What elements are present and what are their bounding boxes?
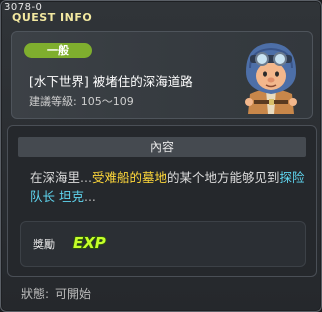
content-header: 內容 <box>18 137 306 157</box>
quest-content-panel: 內容 在深海里...受难船的墓地的某个地方能够见到探险队长 坦克... 獎勵 E… <box>7 125 317 277</box>
window-title: QUEST INFO <box>12 11 93 24</box>
quest-description: 在深海里...受难船的墓地的某个地方能够见到探险队长 坦克... <box>30 168 310 206</box>
category-badge: 一般 <box>24 43 92 58</box>
quest-summary-panel: 一般 [水下世界] 被堵住的深海道路 建議等級: 105～109 <box>11 31 313 119</box>
desc-text: 在深海里 <box>30 170 81 185</box>
reward-label: 獎勵 <box>33 238 55 251</box>
exp-icon: EXP <box>72 233 106 253</box>
npc-portrait-icon <box>245 43 297 114</box>
status-label: 狀態: <box>21 287 50 301</box>
status-value: 可開始 <box>55 287 92 301</box>
level-label: 建議等級: <box>29 95 77 108</box>
quest-name: [水下世界] 被堵住的深海道路 <box>29 74 193 89</box>
quest-info-window: 3078-0 QUEST INFO 一般 [水下世界] 被堵住的深海道路 建議等… <box>0 0 322 312</box>
reward-box: 獎勵 EXP <box>20 221 306 267</box>
quest-status: 狀態: 可開始 <box>21 285 97 302</box>
desc-dots: ... <box>80 170 92 185</box>
svg-text:EXP: EXP <box>73 234 106 252</box>
level-range: 105～109 <box>80 95 134 108</box>
location-highlight: 受难船的墓地 <box>91 170 167 185</box>
recommended-level: 建議等級: 105～109 <box>29 93 138 109</box>
desc-dots: ... <box>83 189 96 204</box>
desc-text: 的某个地方能够见到 <box>166 170 280 185</box>
